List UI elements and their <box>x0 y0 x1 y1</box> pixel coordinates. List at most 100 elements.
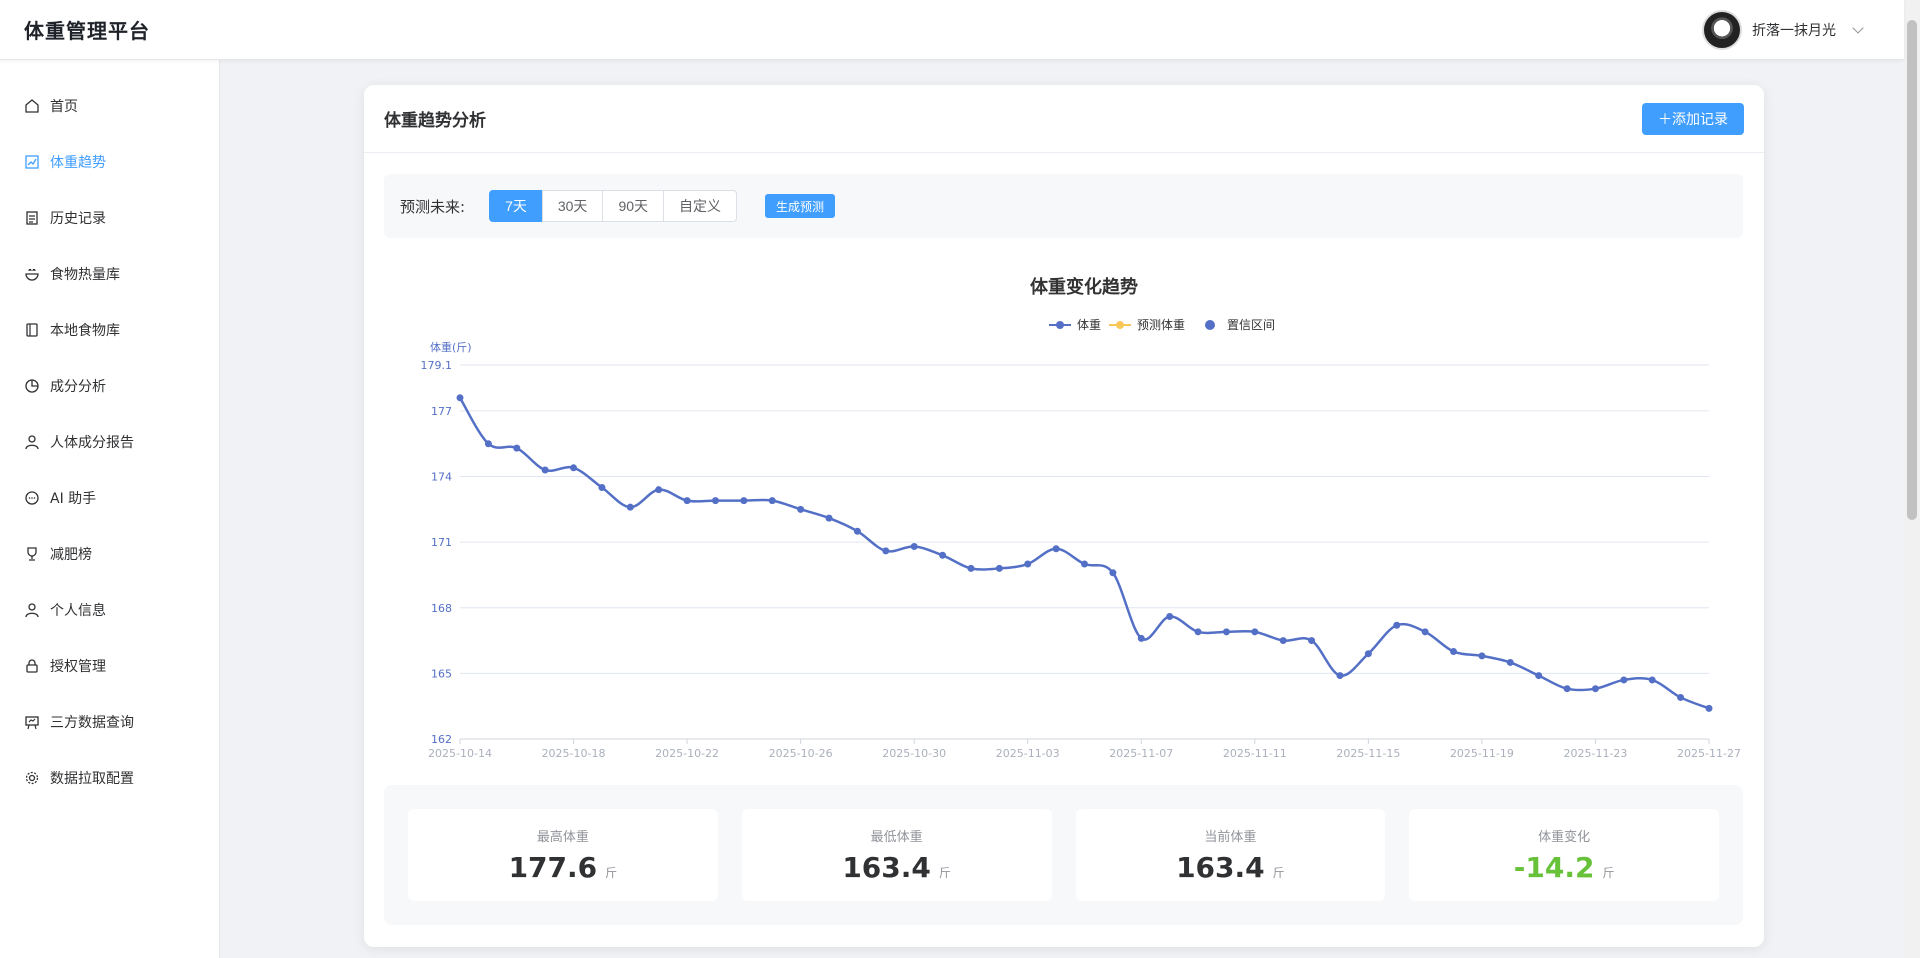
y-tick-label: 174 <box>431 471 452 484</box>
weight-data-point <box>1393 621 1401 629</box>
chart-title: 体重变化趋势 <box>1030 276 1138 298</box>
weight-data-point <box>541 466 549 474</box>
sidebar-item-label: AI 助手 <box>50 491 97 507</box>
weight-data-point <box>1137 634 1145 642</box>
range-30d-button[interactable]: 30天 <box>541 190 604 222</box>
avatar[interactable] <box>1702 9 1742 50</box>
weight-data-point <box>967 564 975 572</box>
weight-data-point <box>570 464 578 472</box>
card-header: 体重趋势分析 ＋添加记录 <box>364 85 1764 153</box>
sidebar-item-label: 数据拉取配置 <box>50 771 134 787</box>
sidebar-item-9[interactable]: 个人信息 <box>0 582 219 638</box>
y-tick-label: 177 <box>431 405 452 418</box>
weight-data-point <box>1222 628 1230 636</box>
weight-data-point <box>484 440 492 448</box>
generate-prediction-button[interactable]: 生成预测 <box>765 194 836 218</box>
user-icon <box>24 602 40 618</box>
weight-data-point <box>1563 685 1571 693</box>
weight-trend-card: 体重趋势分析 ＋添加记录 预测未来: 7天 30天 90天 自定义 生成预测 体… <box>364 85 1764 947</box>
y-axis-label: 体重(斤) <box>430 340 472 354</box>
lock-icon <box>24 658 40 674</box>
bowl-icon <box>24 266 40 282</box>
weight-data-point <box>910 543 918 551</box>
weight-data-point <box>1109 569 1117 577</box>
sidebar-item-4[interactable]: 本地食物库 <box>0 302 219 358</box>
weight-data-point <box>1166 613 1174 621</box>
weight-data-point <box>1081 560 1088 568</box>
username[interactable]: 折落一抹月光 <box>1752 20 1836 40</box>
sidebar-item-label: 授权管理 <box>50 659 106 675</box>
add-record-button[interactable]: ＋添加记录 <box>1642 102 1744 135</box>
weight-data-point <box>1506 658 1514 666</box>
stats-panel: 最高体重 177.6 斤 最低体重 163.4 斤 当前体重 163.4 斤 体重变化… <box>384 785 1743 925</box>
weight-data-point <box>1677 693 1685 701</box>
stat-unit: 斤 <box>1272 866 1285 880</box>
range-90d-button[interactable]: 90天 <box>602 190 665 222</box>
sidebar-item-label: 体重趋势 <box>50 155 106 171</box>
top-header: 体重管理平台 折落一抹月光 <box>0 0 1904 60</box>
sidebar-item-label: 人体成分报告 <box>50 435 134 451</box>
x-tick-label: 2025-10-26 <box>769 747 833 760</box>
x-tick-label: 2025-11-19 <box>1450 747 1514 760</box>
sidebar-item-label: 食物热量库 <box>50 267 120 283</box>
stat-min-weight: 最低体重 163.4 斤 <box>741 809 1052 901</box>
weight-data-point <box>1251 628 1259 636</box>
user-menu[interactable]: 折落一抹月光 <box>1702 9 1880 50</box>
weight-data-point <box>939 551 947 559</box>
chart-icon <box>24 154 40 170</box>
sidebar-item-10[interactable]: 授权管理 <box>0 638 219 694</box>
chevron-down-icon[interactable] <box>1852 21 1864 34</box>
sidebar-item-3[interactable]: 食物热量库 <box>0 246 219 302</box>
weight-data-point <box>740 497 748 505</box>
x-tick-label: 2025-11-15 <box>1336 747 1400 760</box>
history-icon <box>24 210 40 226</box>
weight-data-point <box>513 444 521 452</box>
weight-data-point <box>1194 628 1202 636</box>
stat-label: 最低体重 <box>870 830 923 845</box>
board-icon <box>24 714 40 730</box>
sidebar-item-label: 个人信息 <box>50 603 106 619</box>
weight-data-point <box>1421 628 1429 636</box>
weight-data-point <box>626 503 634 511</box>
y-tick-label: 179.1 <box>421 359 453 372</box>
predict-label: 预测未来: <box>400 197 466 216</box>
sidebar-item-label: 成分分析 <box>50 379 106 395</box>
gear-icon <box>24 770 40 786</box>
stat-unit: 斤 <box>605 866 618 880</box>
weight-data-point <box>1535 672 1543 680</box>
weight-data-point <box>683 497 691 505</box>
sidebar-item-2[interactable]: 历史记录 <box>0 190 219 246</box>
book-icon <box>24 322 40 338</box>
sidebar-item-label: 减肥榜 <box>50 547 92 563</box>
range-custom-button[interactable]: 自定义 <box>663 190 738 222</box>
stat-value: 163.4 <box>1176 851 1265 884</box>
weight-data-point <box>456 394 464 402</box>
weight-data-point <box>1648 676 1656 684</box>
stat-weight-change: 体重变化 -14.2 斤 <box>1409 809 1719 901</box>
sidebar-item-0[interactable]: 首页 <box>0 78 219 134</box>
sidebar-item-5[interactable]: 成分分析 <box>0 358 219 414</box>
weight-data-point <box>1336 672 1344 680</box>
weight-data-point <box>1024 560 1032 568</box>
weight-data-point <box>655 486 663 494</box>
y-tick-label: 171 <box>431 536 452 549</box>
page-scrollbar-thumb[interactable] <box>1907 20 1917 520</box>
x-tick-label: 2025-10-22 <box>655 747 719 760</box>
sidebar-item-11[interactable]: 三方数据查询 <box>0 694 219 750</box>
legend-marker <box>1116 321 1124 329</box>
y-tick-label: 165 <box>431 667 452 680</box>
range-7d-button[interactable]: 7天 <box>489 190 543 222</box>
stat-unit: 斤 <box>1602 866 1615 880</box>
sidebar-item-7[interactable]: AI 助手 <box>0 470 219 526</box>
x-tick-label: 2025-10-18 <box>542 747 606 760</box>
weight-data-point <box>768 497 776 505</box>
stat-current-weight: 当前体重 163.4 斤 <box>1075 809 1386 901</box>
weight-data-point <box>1705 704 1713 712</box>
sidebar-item-8[interactable]: 减肥榜 <box>0 526 219 582</box>
sidebar-item-12[interactable]: 数据拉取配置 <box>0 750 219 806</box>
weight-data-point <box>825 514 833 522</box>
sidebar-item-1[interactable]: 体重趋势 <box>0 134 219 190</box>
sidebar-item-6[interactable]: 人体成分报告 <box>0 414 219 470</box>
range-selector: 7天 30天 90天 自定义 <box>489 190 738 222</box>
x-tick-label: 2025-11-27 <box>1677 747 1741 760</box>
